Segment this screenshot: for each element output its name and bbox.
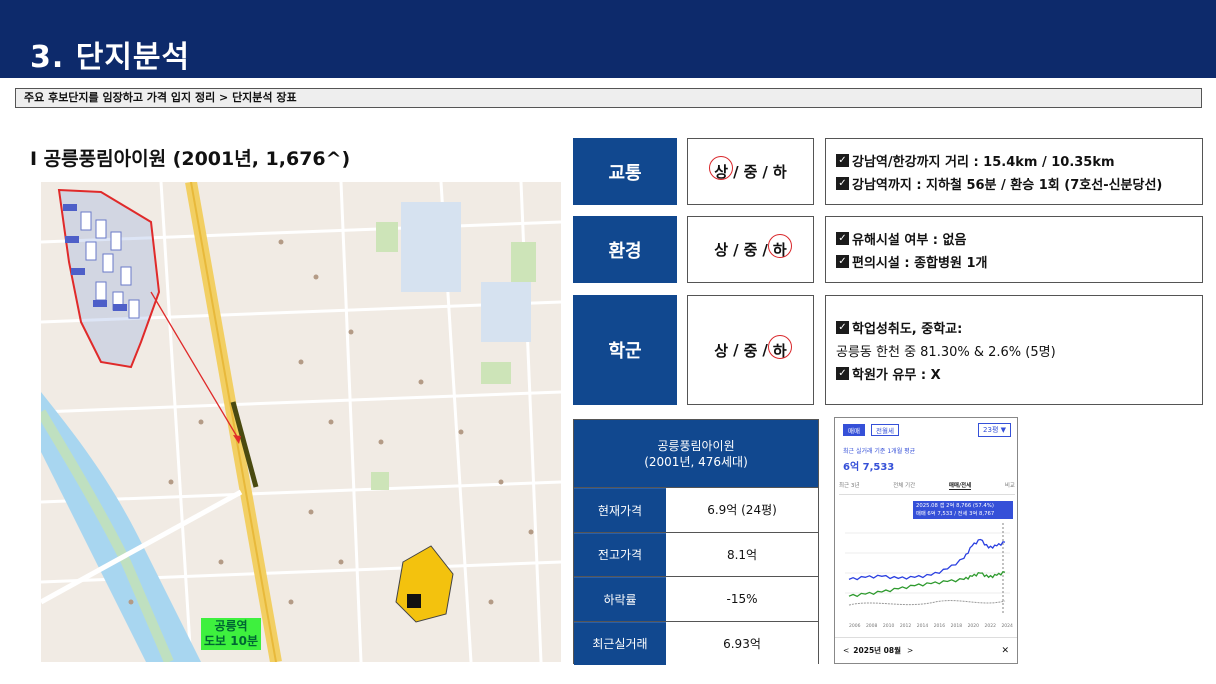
grade-option: 상 — [709, 156, 734, 181]
map-canvas — [41, 182, 561, 662]
price-table-info: (2001년, 476세대) — [644, 454, 748, 469]
grade-option: 상 — [714, 241, 729, 259]
table-row: 하락률 -15% — [574, 576, 818, 621]
price-line-chart — [845, 523, 1010, 615]
row-value: -15% — [666, 577, 818, 621]
row-label: 전고가격 — [574, 532, 666, 576]
check-icon: ✓ — [836, 320, 849, 334]
detail-environment: ✓ 유해시설 여부 : 없음 ✓ 편의시설 : 종합병원 1개 — [825, 216, 1203, 283]
price-table: 공릉풍림아이원 (2001년, 476세대) 현재가격 6.9억 (24평) 전… — [573, 419, 819, 665]
grade-option: 중 — [743, 241, 758, 259]
check-icon: ✓ — [836, 153, 849, 167]
check-icon: ✓ — [836, 176, 849, 190]
grade-transport: 상 / 중 / 하 — [687, 138, 814, 205]
period-tabs: 최근 3년 전체 기간 매매/전세 비교 — [839, 481, 1015, 495]
station-name: 공릉역 — [214, 619, 248, 633]
tab-rent[interactable]: 전월세 — [871, 424, 899, 436]
complex-title: I 공릉풍림아이원 (2001년, 1,676^) — [30, 148, 351, 170]
grade-option: 하 — [772, 163, 787, 181]
price-table-header: 공릉풍림아이원 (2001년, 476세대) — [574, 420, 818, 487]
chevron-left-icon[interactable]: < — [843, 646, 849, 655]
grade-option: 하 — [767, 334, 792, 360]
ratio-line — [848, 600, 1006, 606]
check-icon: ✓ — [836, 231, 849, 245]
detail-line: ✓ 편의시설 : 종합병원 1개 — [836, 252, 1192, 271]
current-month: 2025년 08월 — [853, 646, 902, 655]
row-value: 8.1억 — [666, 532, 818, 576]
grade-environment: 상 / 중 / 하 — [687, 216, 814, 283]
detail-transport: ✓ 강남역/한강까지 거리 : 15.4km / 10.35km ✓ 강남역까지 :… — [825, 138, 1203, 205]
price-table-complex: 공릉풍림아이원 — [657, 438, 735, 453]
period-tab[interactable]: 비교 — [1005, 481, 1015, 490]
detail-line: ✓ 학업성취도, 중학교: — [836, 318, 1192, 337]
period-tab-active[interactable]: 매매/전세 — [948, 481, 972, 490]
price-chart-card: 매매 전월세 23평 ▼ 최근 실거래 기준 1개월 평균 6억 7,533 최… — [834, 417, 1018, 664]
tab-sale[interactable]: 매매 — [843, 424, 865, 436]
station-walk-time: 도보 10분 — [204, 634, 258, 648]
size-select[interactable]: 23평 ▼ — [978, 423, 1011, 437]
row-value: 6.9억 (24평) — [666, 488, 818, 532]
check-icon: ✓ — [836, 366, 849, 380]
table-row: 최근실거래 6.93억 — [574, 620, 818, 665]
category-environment: 환경 — [573, 216, 677, 283]
row-label: 현재가격 — [574, 488, 666, 532]
station-label: 공릉역 도보 10분 — [201, 618, 261, 650]
detail-line: ✓ 강남역/한강까지 거리 : 15.4km / 10.35km — [836, 151, 1192, 170]
period-tab[interactable]: 전체 기간 — [893, 481, 915, 490]
detail-line: ✓ 학원가 유무 : X — [836, 364, 1192, 383]
close-icon[interactable]: ✕ — [1001, 646, 1009, 656]
table-row: 전고가격 8.1억 — [574, 531, 818, 576]
grade-option: 상 — [714, 341, 729, 360]
grade-school: 상 / 중 / 하 — [687, 295, 814, 405]
row-label: 최근실거래 — [574, 621, 666, 665]
row-label: 하락률 — [574, 577, 666, 621]
chart-price: 6억 7,533 — [843, 462, 895, 473]
location-map[interactable]: 공릉역 도보 10분 — [41, 182, 561, 662]
chart-tooltip: 2025.08 갭 2억 8,766 (57.4%) 매매 6억 7,533 /… — [913, 501, 1013, 519]
row-value: 6.93억 — [666, 621, 818, 665]
x-axis: 2006 2008 2010 2012 2014 2016 2018 2020 2022 2… — [849, 624, 1013, 629]
page-title: 3. 단지분석 — [30, 40, 191, 75]
detail-line: 공릉동 한천 중 81.30% & 2.6% (5명) — [836, 344, 1056, 360]
grade-option: 하 — [767, 234, 792, 259]
detail-line: ✓ 유해시설 여부 : 없음 — [836, 229, 1192, 248]
detail-school: ✓ 학업성취도, 중학교: 공릉동 한천 중 81.30% & 2.6% (5명)… — [825, 295, 1203, 405]
header-bar: 3. 단지분석 — [0, 0, 1216, 78]
chart-caption: 최근 실거래 기준 1개월 평균 — [843, 448, 916, 455]
month-nav: < 2025년 08월 > ✕ — [835, 637, 1017, 663]
detail-line: ✓ 강남역까지 : 지하철 56분 / 환승 1회 (7호선-신분당선) — [836, 174, 1192, 193]
period-tab[interactable]: 최근 3년 — [839, 481, 859, 490]
category-school: 학군 — [573, 295, 677, 405]
grade-option: 중 — [743, 163, 758, 181]
chevron-right-icon[interactable]: > — [907, 646, 913, 655]
check-icon: ✓ — [836, 254, 849, 268]
table-row: 현재가격 6.9억 (24평) — [574, 487, 818, 532]
grade-option: 중 — [743, 341, 758, 360]
category-transport: 교통 — [573, 138, 677, 205]
breadcrumb: 주요 후보단지를 임장하고 가격 입지 정리 > 단지분석 장표 — [15, 88, 1202, 108]
